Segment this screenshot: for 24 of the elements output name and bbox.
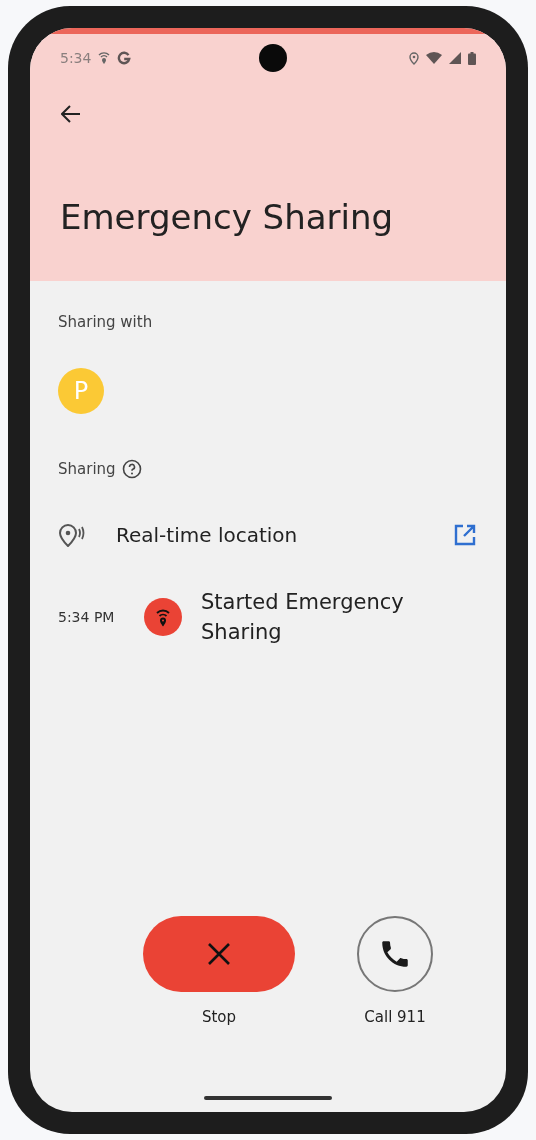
location-pin-icon [409,51,419,65]
battery-icon [468,51,476,65]
signal-icon [449,52,461,64]
live-location-icon [58,523,86,547]
action-label: Call 911 [364,1008,426,1026]
help-icon[interactable] [121,459,142,479]
back-button[interactable] [60,105,82,125]
section-label: Sharing with [58,313,154,331]
section-label: Sharing [58,460,116,478]
back-arrow-icon [61,105,81,123]
event-time: 5:34 PM [58,609,116,625]
contact-avatar[interactable]: P [58,368,104,414]
wifi-icon [426,52,442,64]
action-label: Stop [201,1008,237,1026]
shared-item-label: Real-time location [116,523,299,547]
event-text: Started Emergency Sharing [201,589,405,646]
close-icon [207,942,231,966]
g-logo-icon [117,51,132,65]
open-external-icon[interactable] [454,524,476,546]
emergency-sharing-icon [144,598,182,636]
page-title: Emergency Sharing [60,197,395,237]
status-time: 5:34 [60,50,92,66]
location-signal-icon [98,51,111,65]
camera-hole [259,44,287,72]
